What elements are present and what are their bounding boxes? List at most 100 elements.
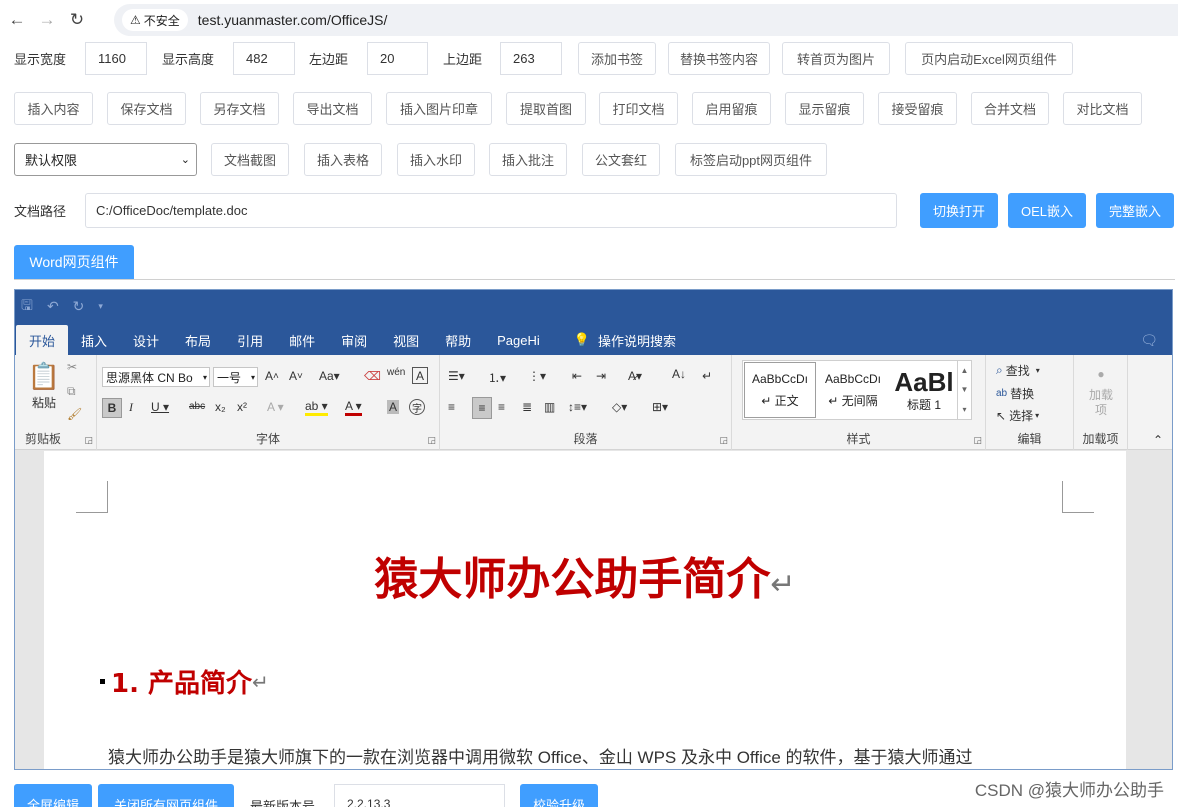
replace-button[interactable]: ab 替换 (996, 385, 1034, 402)
shrink-font-icon[interactable]: A ˅ (289, 369, 303, 383)
align-left-icon[interactable]: ≡ (448, 400, 455, 414)
text-effects-icon[interactable]: A ▾ (267, 400, 284, 414)
undo-icon[interactable]: ↶ (47, 298, 59, 315)
insert-content-button[interactable]: 插入内容 (14, 92, 93, 125)
superscript-icon[interactable]: x² (237, 400, 247, 414)
dialog-launcher-icon[interactable]: ◲ (719, 435, 728, 446)
full-embed-button[interactable]: 完整嵌入 (1096, 193, 1174, 228)
redo-icon[interactable]: ↻ (73, 298, 85, 315)
justify-icon[interactable]: ≣ (522, 400, 532, 414)
document-path-input[interactable]: C:/OfficeDoc/template.doc (85, 193, 897, 228)
increase-indent-icon[interactable]: ⇥ (596, 369, 606, 383)
enclose-char-icon[interactable]: 字 (409, 399, 425, 415)
heading-1[interactable]: 1. 产品简介 ↵ (100, 663, 269, 700)
version-input[interactable]: 2.2.13.3 (334, 784, 505, 807)
tab-design[interactable]: 设计 (120, 325, 172, 355)
cut-icon[interactable]: ✂ (67, 360, 77, 374)
char-border-icon[interactable]: A (412, 367, 428, 384)
save-icon[interactable]: 🖫 (21, 295, 33, 319)
subscript-icon[interactable]: x₂ (215, 400, 226, 414)
distributed-icon[interactable]: ▥ (544, 400, 555, 414)
format-painter-icon[interactable]: 🖌 (67, 407, 82, 421)
grow-font-icon[interactable]: A ˄ (265, 369, 279, 383)
phonetic-guide-icon[interactable]: wén (387, 367, 405, 378)
tab-home[interactable]: 开始 (16, 325, 69, 355)
style-no-spacing[interactable]: AaBbCcDı ↵ 无间隔 (817, 362, 889, 418)
save-as-button[interactable]: 另存文档 (200, 92, 279, 125)
tab-layout[interactable]: 布局 (172, 325, 224, 355)
dialog-launcher-icon[interactable]: ◲ (973, 435, 982, 446)
tab-mailings[interactable]: 邮件 (276, 325, 328, 355)
back-button[interactable]: ← (2, 5, 32, 35)
bullets-icon[interactable]: ☰▾ (448, 369, 465, 383)
switch-open-button[interactable]: 切换打开 (920, 193, 998, 228)
highlight-icon[interactable]: ab ▾ (305, 399, 328, 416)
tab-pagehi[interactable]: PageHi (484, 325, 553, 355)
clear-format-icon[interactable]: ⌫ (364, 369, 381, 383)
tab-insert[interactable]: 插入 (68, 325, 120, 355)
style-heading1[interactable]: AaBl 标题 1 (890, 362, 958, 418)
security-chip[interactable]: ⚠ 不安全 (122, 9, 188, 31)
tab-help[interactable]: 帮助 (432, 325, 484, 355)
comments-icon[interactable]: 🗨 (1140, 325, 1158, 355)
document-screenshot-button[interactable]: 文档截图 (211, 143, 289, 176)
font-size-box[interactable]: 一号 ▾ (213, 367, 258, 387)
top-margin-input[interactable]: 263 (500, 42, 562, 75)
insert-table-button[interactable]: 插入表格 (304, 143, 382, 176)
compare-document-button[interactable]: 对比文档 (1063, 92, 1142, 125)
height-input[interactable]: 482 (233, 42, 295, 75)
permission-select[interactable]: 默认权限 ⌄ (14, 143, 197, 176)
replace-bookmark-button[interactable]: 替换书签内容 (668, 42, 770, 75)
addins-button[interactable]: ● 加载项 (1084, 367, 1118, 418)
paste-button[interactable]: 📋 粘贴 (27, 361, 61, 411)
insert-watermark-button[interactable]: 插入水印 (397, 143, 475, 176)
document-title[interactable]: 猿大师办公助手简介↵ (44, 543, 1126, 607)
chinese-layout-icon[interactable]: A̷▾ (628, 369, 642, 383)
multilevel-list-icon[interactable]: ⋮▾ (528, 369, 546, 383)
accept-tracking-button[interactable]: 接受留痕 (878, 92, 957, 125)
char-shading-icon[interactable]: A (387, 400, 400, 414)
collapse-ribbon-icon[interactable]: ⌃ (1153, 433, 1163, 447)
borders-icon[interactable]: ⊞▾ (652, 400, 668, 414)
red-header-button[interactable]: 公文套红 (582, 143, 660, 176)
shading-icon[interactable]: ◇▾ (612, 400, 627, 414)
merge-document-button[interactable]: 合并文档 (971, 92, 1049, 125)
dialog-launcher-icon[interactable]: ◲ (84, 435, 93, 446)
forward-button[interactable]: → (32, 5, 62, 35)
first-page-image-button[interactable]: 转首页为图片 (782, 42, 890, 75)
bold-icon[interactable]: B (102, 398, 122, 418)
align-center-icon[interactable]: ≡ (472, 397, 492, 419)
tab-view[interactable]: 视图 (380, 325, 432, 355)
strikethrough-icon[interactable]: abc (189, 401, 205, 412)
left-margin-input[interactable]: 20 (367, 42, 428, 75)
decrease-indent-icon[interactable]: ⇤ (572, 369, 582, 383)
align-right-icon[interactable]: ≡ (498, 400, 505, 414)
oel-embed-button[interactable]: OEL嵌入 (1008, 193, 1086, 228)
insert-image-seal-button[interactable]: 插入图片印章 (386, 92, 492, 125)
tab-review[interactable]: 审阅 (328, 325, 380, 355)
change-case-icon[interactable]: Aa▾ (319, 369, 340, 383)
check-upgrade-button[interactable]: 校验升级 (520, 784, 598, 807)
font-color-icon[interactable]: A ▾ (345, 399, 362, 416)
tab-references[interactable]: 引用 (224, 325, 276, 355)
copy-icon[interactable]: ⧉ (67, 384, 76, 399)
width-input[interactable]: 1160 (85, 42, 147, 75)
insert-comment-button[interactable]: 插入批注 (489, 143, 567, 176)
sort-icon[interactable]: A↓ (672, 367, 686, 381)
reload-button[interactable]: ↻ (62, 5, 92, 35)
fullscreen-edit-button[interactable]: 全屏编辑 (14, 784, 92, 807)
excel-component-button[interactable]: 页内启动Excel网页组件 (905, 42, 1073, 75)
tell-me-search[interactable]: 💡 操作说明搜索 (561, 325, 689, 355)
body-paragraph[interactable]: 猿大师办公助手是猿大师旗下的一款在浏览器中调用微软 Office、金山 WPS … (108, 743, 973, 768)
customize-icon[interactable]: ▾ (98, 301, 103, 312)
enable-tracking-button[interactable]: 启用留痕 (692, 92, 771, 125)
tab-word-component[interactable]: Word网页组件 (14, 245, 134, 279)
save-document-button[interactable]: 保存文档 (107, 92, 186, 125)
show-marks-icon[interactable]: ↵ (702, 369, 712, 383)
dialog-launcher-icon[interactable]: ◲ (427, 435, 436, 446)
show-tracking-button[interactable]: 显示留痕 (785, 92, 864, 125)
close-all-components-button[interactable]: 关闭所有网页组件 (98, 784, 234, 807)
find-button[interactable]: ⌕ 查找 ▾ (996, 362, 1040, 379)
style-gallery-scroll[interactable]: ▲ ▼ ▾ (957, 361, 971, 419)
export-document-button[interactable]: 导出文档 (293, 92, 372, 125)
